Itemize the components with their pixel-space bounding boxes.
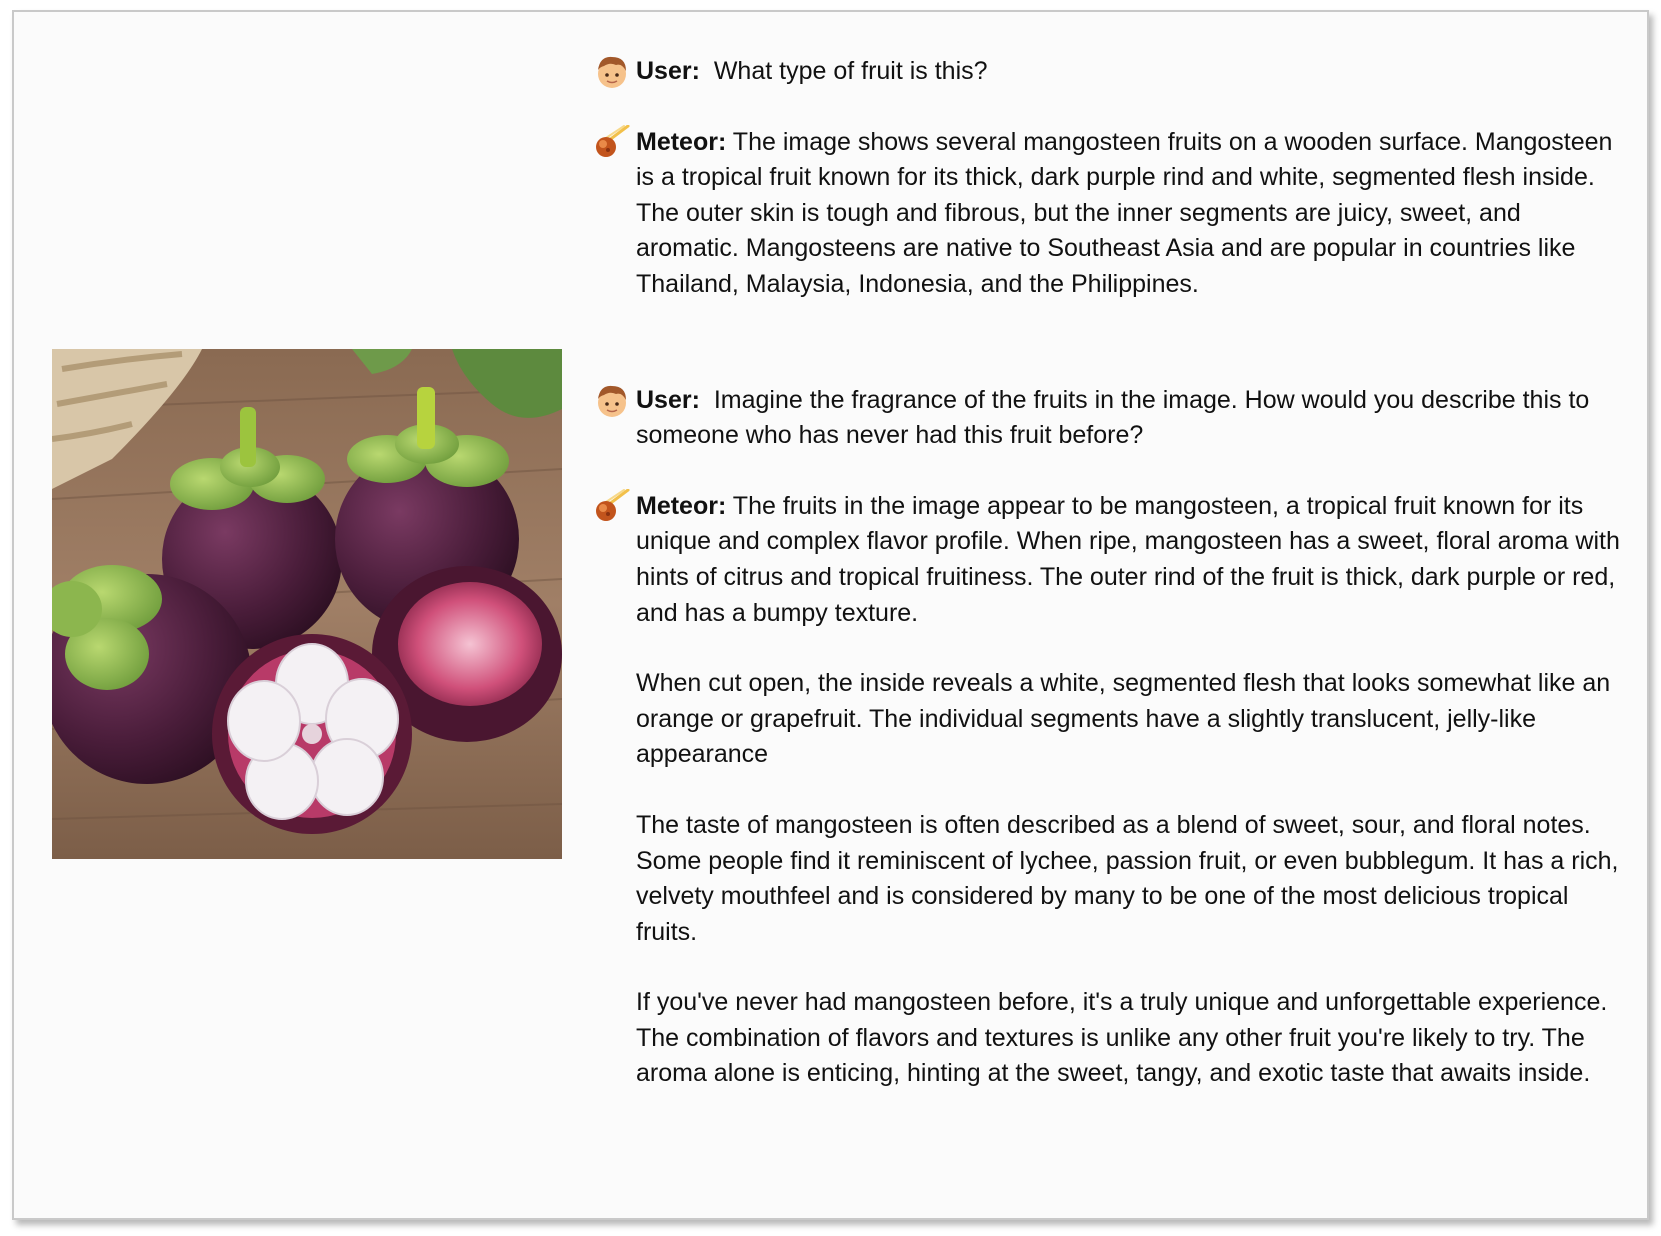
assistant-answer-paragraph: When cut open, the inside reveals a whit… <box>636 669 1611 769</box>
figure-frame: User: What type of fruit is this? Meteor… <box>12 10 1649 1220</box>
assistant-message-2: Meteor: The fruits in the image appear t… <box>594 488 1624 1092</box>
assistant-answer-paragraph: The taste of mangosteen is often describ… <box>636 810 1619 946</box>
assistant-speaker-label: Meteor: <box>636 491 727 520</box>
user-question-text: Imagine the fragrance of the fruits in t… <box>636 385 1590 450</box>
assistant-speaker-label: Meteor: <box>636 127 727 156</box>
user-speaker-label: User: <box>636 57 700 85</box>
assistant-message-1: Meteor: The image shows several mangoste… <box>594 124 1624 303</box>
mangosteen-photo <box>52 349 562 859</box>
chat-transcript: User: What type of fruit is this? Meteor… <box>594 54 1624 1092</box>
meteor-icon <box>596 488 630 521</box>
user-speaker-label: User: <box>636 385 700 414</box>
user-question-text: What type of fruit is this? <box>713 57 988 85</box>
assistant-answer-text: The image shows several mangosteen fruit… <box>636 127 1613 298</box>
meteor-icon <box>596 124 630 157</box>
user-message-1: User: What type of fruit is this? <box>594 54 1624 90</box>
assistant-answer-text: The fruits in the image appear to be man… <box>636 491 1620 627</box>
user-avatar-icon <box>598 385 626 417</box>
user-message-2: User: Imagine the fragrance of the fruit… <box>594 383 1624 454</box>
user-avatar-icon <box>598 56 626 88</box>
assistant-answer-paragraph: If you've never had mangosteen before, i… <box>636 988 1608 1088</box>
